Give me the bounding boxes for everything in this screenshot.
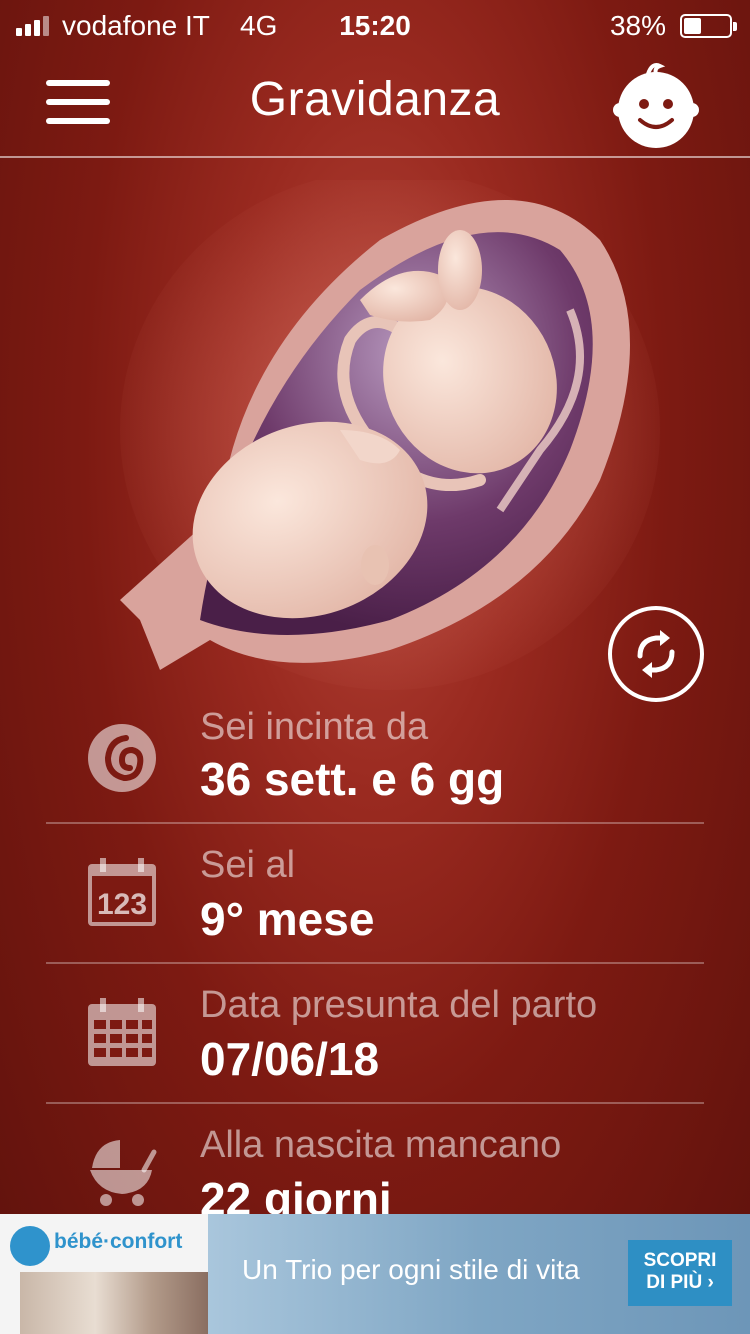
ad-photo bbox=[20, 1272, 208, 1334]
battery-percentage: 38% bbox=[609, 10, 666, 41]
ad-brand: bébé·confort bbox=[54, 1230, 183, 1253]
info-value: 9° mese bbox=[200, 893, 375, 945]
info-label: Alla nascita mancano bbox=[200, 1124, 562, 1166]
elephant-logo-icon bbox=[10, 1226, 50, 1266]
info-value: 07/06/18 bbox=[200, 1033, 380, 1085]
ad-logo-area: bébé·confort bbox=[0, 1214, 210, 1334]
divider bbox=[46, 1102, 704, 1104]
calendar-icon bbox=[86, 996, 158, 1068]
svg-text:123: 123 bbox=[97, 888, 147, 921]
info-row-pregnancy-duration: Sei incinta da 36 sett. e 6 gg bbox=[46, 700, 704, 840]
ad-tagline: Un Trio per ogni stile di vita bbox=[242, 1254, 580, 1285]
calendar-123-icon: 123 bbox=[86, 856, 158, 928]
divider bbox=[46, 962, 704, 964]
ad-banner[interactable]: bébé·confort Un Trio per ogni stile di v… bbox=[0, 1214, 750, 1334]
stroller-icon bbox=[86, 1136, 158, 1208]
ad-cta-line2: DI PIÙ › bbox=[646, 1272, 714, 1293]
info-row-due-date: Data presunta del parto 07/06/18 bbox=[46, 982, 704, 1122]
info-value: 36 sett. e 6 gg bbox=[200, 753, 505, 805]
divider bbox=[46, 822, 704, 824]
app-header: Gravidanza bbox=[0, 54, 750, 158]
fetus-icon bbox=[86, 722, 158, 794]
info-row-month: 123 Sei al 9° mese bbox=[46, 842, 704, 982]
status-bar: vodafone IT 4G 15:20 38% bbox=[0, 0, 750, 54]
baby-face-icon[interactable] bbox=[608, 58, 704, 150]
info-label: Sei al bbox=[200, 844, 296, 886]
info-label: Sei incinta da bbox=[200, 706, 429, 748]
ad-cta-button[interactable]: SCOPRI DI PIÙ › bbox=[628, 1240, 732, 1306]
refresh-icon[interactable] bbox=[608, 606, 704, 702]
ad-cta-line1: SCOPRI bbox=[643, 1250, 717, 1271]
info-label: Data presunta del parto bbox=[200, 984, 598, 1026]
fetus-in-womb-illustration bbox=[100, 170, 660, 700]
battery-icon bbox=[680, 14, 737, 38]
